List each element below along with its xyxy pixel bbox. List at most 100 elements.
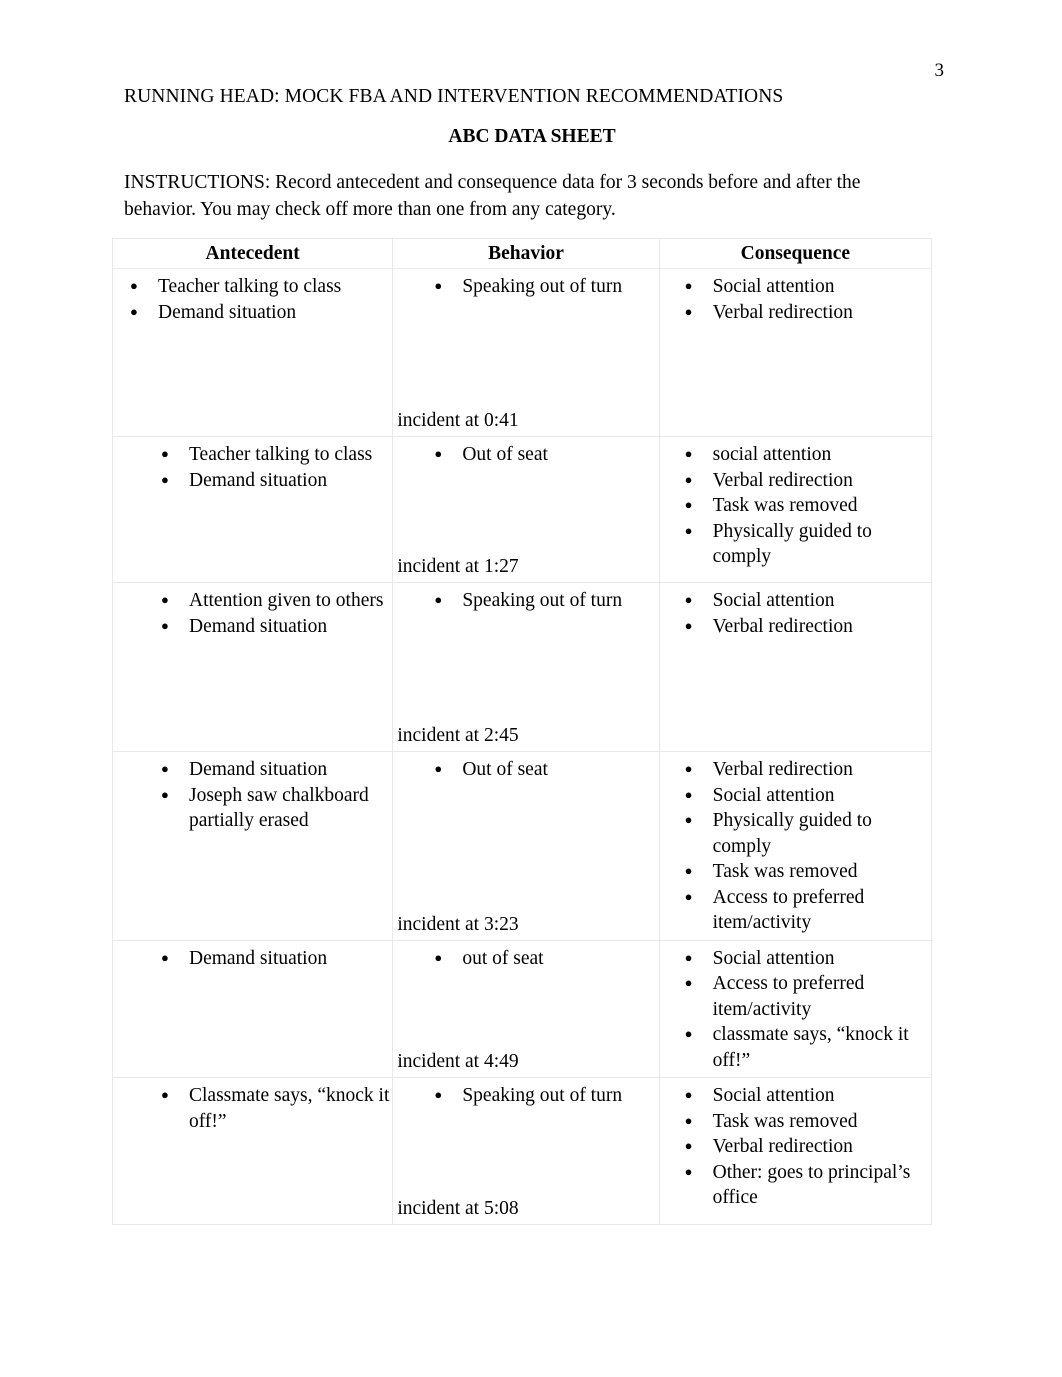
cell-antecedent: Demand situationJoseph saw chalkboard pa… xyxy=(111,751,394,941)
list-item: Task was removed xyxy=(682,1108,931,1135)
consequence-list: Social attentionVerbal redirection xyxy=(682,273,931,326)
cell-consequence: Social attentionVerbal redirection xyxy=(658,582,933,752)
cell-behavior-content: out of seat incident at 4:49 xyxy=(393,941,658,1078)
incident-timestamp: incident at 0:41 xyxy=(397,410,519,431)
behavior-list: Speaking out of turn xyxy=(431,1082,658,1109)
cell-behavior: Speaking out of turn incident at 0:41 xyxy=(392,268,660,437)
abc-data-table: Antecedent Behavior Consequence Teacher … xyxy=(111,238,933,1225)
cell-consequence-content: Social attentionAccess to preferred item… xyxy=(660,941,931,1078)
consequence-list: Social attentionAccess to preferred item… xyxy=(682,945,931,1074)
antecedent-list: Attention given to othersDemand situatio… xyxy=(158,587,392,639)
cell-behavior-content: Out of seat incident at 1:27 xyxy=(393,437,658,582)
list-item: Out of seat xyxy=(431,756,658,783)
column-header-behavior-label: Behavior xyxy=(488,243,564,264)
cell-consequence: social attentionVerbal redirectionTask w… xyxy=(658,436,933,583)
page-title: ABC DATA SHEET xyxy=(448,126,616,147)
cell-consequence-content: social attentionVerbal redirectionTask w… xyxy=(660,437,931,582)
list-item: Physically guided to comply xyxy=(682,807,931,859)
incident-timestamp: incident at 1:27 xyxy=(397,556,519,577)
behavior-list: out of seat xyxy=(431,945,658,972)
list-item: Physically guided to comply xyxy=(682,518,931,570)
cell-antecedent-content: Demand situationJoseph saw chalkboard pa… xyxy=(113,752,392,940)
cell-antecedent-content: Demand situation xyxy=(113,941,392,1078)
list-item: Verbal redirection xyxy=(682,1133,931,1160)
list-item: social attention xyxy=(682,441,931,468)
list-item: Teacher talking to class xyxy=(158,441,392,468)
cell-antecedent: Demand situation xyxy=(111,939,394,1078)
incident-timestamp: incident at 3:23 xyxy=(397,913,519,935)
behavior-list: Speaking out of turn xyxy=(431,587,658,614)
list-item: Speaking out of turn xyxy=(431,1082,658,1109)
list-item: out of seat xyxy=(431,945,658,972)
table-body: Teacher talking to classDemand situation… xyxy=(111,268,933,1225)
cell-behavior-content: Speaking out of turn incident at 2:45 xyxy=(393,583,658,751)
antecedent-list: Teacher talking to classDemand situation xyxy=(127,273,392,326)
column-header-behavior: Behavior xyxy=(392,238,660,269)
cell-antecedent-content: Teacher talking to classDemand situation xyxy=(113,269,392,436)
incident-timestamp: incident at 2:45 xyxy=(397,725,519,746)
list-item: Social attention xyxy=(682,945,931,972)
column-header-antecedent-label: Antecedent xyxy=(205,243,300,264)
list-item: Verbal redirection xyxy=(682,467,931,494)
list-item: Task was removed xyxy=(682,492,931,519)
column-header-antecedent: Antecedent xyxy=(111,238,394,269)
table-row: Demand situationJoseph saw chalkboard pa… xyxy=(111,751,933,941)
list-item: Verbal redirection xyxy=(682,613,931,640)
cell-behavior: Speaking out of turn incident at 2:45 xyxy=(392,582,660,752)
cell-consequence: Verbal redirectionSocial attentionPhysic… xyxy=(658,751,933,941)
column-header-consequence-label: Consequence xyxy=(740,243,851,264)
list-item: Social attention xyxy=(682,782,931,809)
incident-timestamp: incident at 5:08 xyxy=(397,1198,519,1219)
consequence-list: Social attentionTask was removedVerbal r… xyxy=(682,1082,931,1211)
cell-consequence-content: Social attentionVerbal redirection xyxy=(660,583,931,751)
table-row: Teacher talking to classDemand situation… xyxy=(111,436,933,583)
table-row: Classmate says, “knock it off!”Speaking … xyxy=(111,1077,933,1225)
incident-timestamp: incident at 4:49 xyxy=(397,1051,519,1072)
cell-behavior: Speaking out of turn incident at 5:08 xyxy=(392,1077,660,1225)
cell-consequence-content: Social attentionTask was removedVerbal r… xyxy=(660,1078,931,1224)
cell-behavior: out of seat incident at 4:49 xyxy=(392,939,660,1078)
list-item: Other: goes to principal’s office xyxy=(682,1159,931,1211)
list-item: classmate says, “knock it off!” xyxy=(682,1021,931,1073)
antecedent-list: Demand situation xyxy=(158,945,392,972)
consequence-list: Verbal redirectionSocial attentionPhysic… xyxy=(682,756,931,936)
list-item: Speaking out of turn xyxy=(431,587,658,614)
list-item: Classmate says, “knock it off!” xyxy=(158,1082,392,1134)
list-item: Verbal redirection xyxy=(682,756,931,783)
cell-antecedent: Teacher talking to classDemand situation xyxy=(111,268,394,437)
list-item: Out of seat xyxy=(431,441,658,468)
column-header-consequence: Consequence xyxy=(658,238,933,269)
instructions-paragraph: INSTRUCTIONS: Record antecedent and cons… xyxy=(124,172,861,220)
table-row: Demand situation out of seat incident at 4… xyxy=(111,939,933,1078)
list-item: Attention given to others xyxy=(158,587,392,614)
consequence-list: social attentionVerbal redirectionTask w… xyxy=(682,441,931,570)
cell-behavior: Out of seat incident at 3:23 xyxy=(392,751,660,941)
cell-behavior-content: Out of seat incident at 3:23 xyxy=(393,752,658,940)
list-item: Social attention xyxy=(682,1082,931,1109)
list-item: Verbal redirection xyxy=(682,299,931,326)
list-item: Task was removed xyxy=(682,858,931,885)
cell-antecedent: Attention given to othersDemand situatio… xyxy=(111,582,394,752)
running-head: RUNNING HEAD: MOCK FBA AND INTERVENTION … xyxy=(124,86,784,107)
cell-antecedent-content: Teacher talking to classDemand situation xyxy=(113,437,392,582)
cell-behavior-content: Speaking out of turn incident at 0:41 xyxy=(393,269,658,436)
cell-behavior: Out of seat incident at 1:27 xyxy=(392,436,660,583)
list-item: Social attention xyxy=(682,587,931,614)
table-row: Attention given to othersDemand situatio… xyxy=(111,582,933,752)
list-item: Access to preferred item/activity xyxy=(682,884,931,936)
list-item: Joseph saw chalkboard partially erased xyxy=(158,782,392,834)
list-item: Teacher talking to class xyxy=(127,273,392,300)
page-number: 3 xyxy=(934,60,945,81)
behavior-list: Out of seat xyxy=(431,756,658,783)
list-item: Demand situation xyxy=(158,756,392,783)
list-item: Demand situation xyxy=(127,299,392,326)
cell-antecedent-content: Classmate says, “knock it off!” xyxy=(113,1078,392,1224)
cell-consequence-content: Verbal redirectionSocial attentionPhysic… xyxy=(660,752,931,940)
cell-consequence-content: Social attentionVerbal redirection xyxy=(660,269,931,436)
list-item: Demand situation xyxy=(158,467,392,494)
cell-antecedent-content: Attention given to othersDemand situatio… xyxy=(113,583,392,751)
list-item: Social attention xyxy=(682,273,931,300)
antecedent-list: Classmate says, “knock it off!” xyxy=(158,1082,392,1134)
cell-antecedent: Teacher talking to classDemand situation xyxy=(111,436,394,583)
list-item: Speaking out of turn xyxy=(431,273,658,300)
